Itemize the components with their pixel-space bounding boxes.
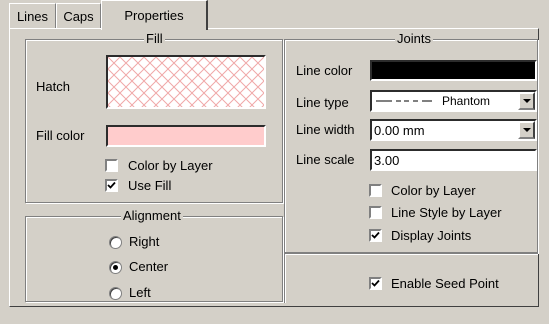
display-joints-checkbox[interactable] <box>369 229 382 242</box>
line-scale-value: 3.00 <box>374 152 400 168</box>
chevron-down-icon <box>522 127 531 132</box>
chevron-down-icon <box>522 98 531 103</box>
enable-seed-point-label: Enable Seed Point <box>391 276 499 291</box>
checkmark-icon <box>107 181 116 189</box>
line-scale-label: Line scale <box>296 152 355 167</box>
tab-lines-label: Lines <box>16 9 49 24</box>
tab-properties-label: Properties <box>124 8 184 23</box>
fill-color-swatch[interactable] <box>106 125 266 147</box>
hatch-label: Hatch <box>36 79 70 94</box>
line-type-select[interactable]: Phantom <box>370 90 537 112</box>
enable-seed-point-checkbox[interactable] <box>369 277 382 290</box>
hatch-pattern-swatch[interactable] <box>106 55 266 109</box>
align-right-label: Right <box>129 234 160 249</box>
line-color-value <box>372 62 535 79</box>
use-fill-checkbox[interactable] <box>105 179 118 192</box>
line-width-value: 0.00 mm <box>374 122 425 138</box>
hatch-pattern <box>108 57 264 107</box>
line-style-by-layer-checkbox[interactable] <box>369 206 382 219</box>
line-width-label: Line width <box>296 122 355 137</box>
checkmark-icon <box>371 279 380 287</box>
joints-legend: Joints <box>395 31 433 46</box>
use-fill-label: Use Fill <box>128 178 172 193</box>
line-color-label: Line color <box>296 63 353 78</box>
joints-color-by-layer-label: Color by Layer <box>391 183 476 198</box>
properties-panel: Fill Hatch Fill color Color by Layer Use… <box>9 28 539 307</box>
line-width-select[interactable]: 0.00 mm <box>370 119 537 141</box>
display-joints-label: Display Joints <box>391 228 472 243</box>
alignment-legend: Alignment <box>121 208 183 223</box>
fill-color-by-layer-checkbox[interactable] <box>105 159 118 172</box>
phantom-line-icon <box>376 100 432 102</box>
line-type-label: Line type <box>296 95 349 110</box>
fill-color-by-layer-label: Color by Layer <box>128 158 213 173</box>
line-type-dropdown-button[interactable] <box>518 92 535 110</box>
tab-caps[interactable]: Caps <box>56 3 101 29</box>
line-color-swatch[interactable] <box>370 60 537 81</box>
fill-color-label: Fill color <box>36 128 85 143</box>
tab-properties[interactable]: Properties <box>101 0 208 30</box>
line-scale-input[interactable]: 3.00 <box>370 149 537 171</box>
align-left-label: Left <box>129 285 151 300</box>
align-right-radio[interactable] <box>109 236 122 249</box>
radio-selected-dot <box>113 265 118 270</box>
joints-color-by-layer-checkbox[interactable] <box>369 184 382 197</box>
tab-lines[interactable]: Lines <box>9 3 56 29</box>
fill-legend: Fill <box>144 31 165 46</box>
align-left-radio[interactable] <box>109 287 122 300</box>
fill-color-value <box>108 127 264 145</box>
align-center-label: Center <box>129 259 169 274</box>
line-type-value: Phantom <box>442 94 491 108</box>
tab-caps-label: Caps <box>63 9 94 24</box>
line-style-by-layer-label: Line Style by Layer <box>391 205 502 220</box>
line-width-dropdown-button[interactable] <box>518 121 535 139</box>
checkmark-icon <box>371 231 380 239</box>
align-center-radio[interactable] <box>109 261 122 274</box>
